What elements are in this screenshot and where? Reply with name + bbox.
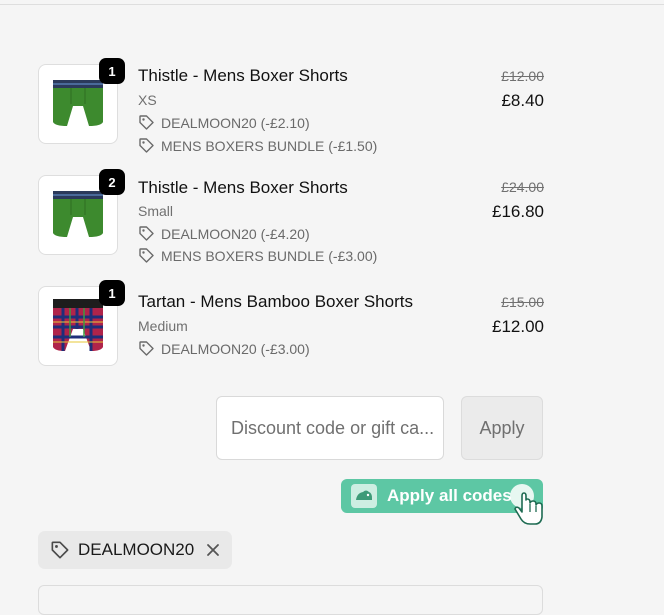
tartan-boxer-shorts-icon (53, 299, 103, 351)
product-name: Thistle - Mens Boxer Shorts (138, 178, 348, 197)
line-price: £16.80 (492, 202, 544, 221)
green-boxer-shorts-icon (53, 80, 103, 126)
discount-label: MENS BOXERS BUNDLE (-£3.00) (161, 247, 378, 264)
tag-icon (139, 248, 154, 263)
tag-icon (139, 226, 154, 241)
discount-code-placeholder: Discount code or gift ca... (231, 417, 435, 438)
tag-icon (51, 541, 69, 559)
product-name: Thistle - Mens Boxer Shorts (138, 66, 348, 85)
tag-icon (139, 341, 154, 356)
green-boxer-shorts-icon (53, 191, 103, 237)
apply-all-codes-label: Apply all codes (387, 486, 512, 505)
quantity-badge: 1 (99, 280, 125, 306)
extension-logo-icon (351, 484, 377, 508)
quantity-badge: 1 (99, 58, 125, 84)
applied-discount-label: DEALMOON20 (78, 540, 195, 559)
applied-discount-chip: DEALMOON20 (38, 531, 232, 569)
discount-line: MENS BOXERS BUNDLE (-£1.50) (138, 137, 377, 154)
cart-line-item: 2 Thistle - Mens Boxer Shorts Small DEAL… (38, 169, 544, 267)
discount-line: DEALMOON20 (-£3.00) (138, 340, 310, 357)
apply-button[interactable]: Apply (461, 396, 543, 460)
discount-line: DEALMOON20 (-£4.20) (138, 225, 310, 242)
remove-discount-button[interactable] (206, 543, 220, 557)
discount-code-input[interactable]: Discount code or gift ca... (216, 396, 444, 460)
quantity-badge: 2 (99, 169, 125, 195)
product-variant: XS (138, 92, 157, 108)
product-variant: Small (138, 203, 174, 219)
discount-label: MENS BOXERS BUNDLE (-£1.50) (161, 137, 378, 154)
close-icon (207, 544, 220, 556)
next-section-card (38, 585, 543, 615)
original-price: £24.00 (501, 179, 544, 195)
hand-pointer-cursor-icon (510, 484, 543, 525)
cart-line-item: 1 Tartan - Mens Bamboo Boxer Shorts Medi… (38, 280, 544, 366)
tag-icon (139, 138, 154, 153)
original-price: £15.00 (501, 294, 544, 310)
discount-label: DEALMOON20 (-£4.20) (161, 225, 310, 242)
line-price: £12.00 (492, 317, 544, 336)
discount-line: MENS BOXERS BUNDLE (-£3.00) (138, 247, 377, 264)
product-name: Tartan - Mens Bamboo Boxer Shorts (138, 292, 413, 311)
line-price: £8.40 (501, 91, 544, 110)
discount-label: DEALMOON20 (-£2.10) (161, 114, 310, 131)
product-variant: Medium (138, 318, 188, 334)
discount-line: DEALMOON20 (-£2.10) (138, 114, 310, 131)
original-price: £12.00 (501, 68, 544, 84)
discount-label: DEALMOON20 (-£3.00) (161, 340, 310, 357)
tag-icon (139, 115, 154, 130)
cart-line-item: 1 Thistle - Mens Boxer Shorts XS DEALMOO… (38, 58, 544, 156)
top-divider (0, 4, 664, 5)
